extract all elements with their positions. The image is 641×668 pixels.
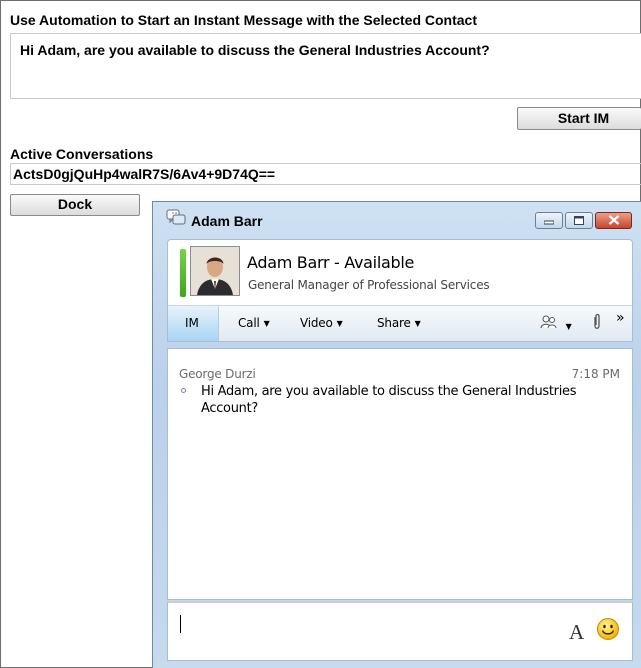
dock-button[interactable]: Dock <box>10 194 140 216</box>
avatar-photo <box>191 247 239 295</box>
minimize-icon <box>543 212 555 230</box>
window-title: Adam Barr <box>191 213 263 229</box>
conversation-history: George Durzi 7:18 PM Hi Adam, are you av… <box>167 348 633 600</box>
share-menu[interactable]: Share ▼ <box>377 316 421 330</box>
message-timestamp: 7:18 PM <box>571 367 620 381</box>
message-textbox[interactable]: Hi Adam, are you available to discuss th… <box>10 33 641 99</box>
call-label: Call <box>238 316 260 330</box>
paperclip-icon <box>592 313 602 334</box>
chevron-down-icon: ▼ <box>336 319 343 328</box>
chevron-down-icon: ▼ <box>414 319 421 328</box>
presence-indicator <box>180 249 186 297</box>
compose-input[interactable]: A <box>167 601 633 661</box>
chevron-down-icon: ▼ <box>263 319 270 328</box>
window-titlebar[interactable]: Adam Barr <box>153 202 641 236</box>
contact-name-status[interactable]: Adam Barr - Available <box>247 253 414 272</box>
font-button[interactable]: A <box>569 620 584 645</box>
window-controls <box>535 212 632 229</box>
conversation-icon <box>166 209 186 232</box>
active-conversations-list[interactable]: ActsD0gjQuHp4walR7S/6Av4+9D74Q== <box>10 163 641 185</box>
close-button[interactable] <box>595 212 632 229</box>
people-icon <box>540 315 562 333</box>
active-conversations-label: Active Conversations <box>10 146 154 162</box>
people-options-button[interactable]: ▼ <box>540 314 572 333</box>
smiley-icon[interactable] <box>596 617 620 646</box>
tab-im[interactable]: IM <box>168 306 219 341</box>
message-bullet-icon <box>181 388 186 393</box>
message-text: Hi Adam, are you available to discuss th… <box>201 384 577 416</box>
chevron-down-icon: ▼ <box>565 322 572 331</box>
conversation-toolbar: IM Call ▼ Video ▼ Share ▼ ▼ » <box>167 305 633 342</box>
call-menu[interactable]: Call ▼ <box>238 316 270 330</box>
close-icon <box>608 212 619 230</box>
start-im-button[interactable]: Start IM <box>517 107 641 130</box>
maximize-icon <box>574 212 584 230</box>
attachment-button[interactable] <box>592 313 602 334</box>
contact-card[interactable]: Adam Barr - Available General Manager of… <box>167 239 633 305</box>
message-sender: George Durzi <box>179 367 256 381</box>
video-label: Video <box>300 316 333 330</box>
minimize-button[interactable] <box>535 212 563 229</box>
tab-im-label: IM <box>185 316 199 330</box>
video-menu[interactable]: Video ▼ <box>300 316 343 330</box>
maximize-button[interactable] <box>565 212 593 229</box>
text-cursor <box>180 615 181 633</box>
contact-job-title: General Manager of Professional Services <box>248 278 490 292</box>
share-label: Share <box>377 316 411 330</box>
lync-conversation-window: Adam Barr Adam Barr - Available General … <box>152 201 641 668</box>
more-options-button[interactable]: » <box>616 310 625 326</box>
avatar[interactable] <box>190 246 240 296</box>
section-title: Use Automation to Start an Instant Messa… <box>10 12 477 28</box>
